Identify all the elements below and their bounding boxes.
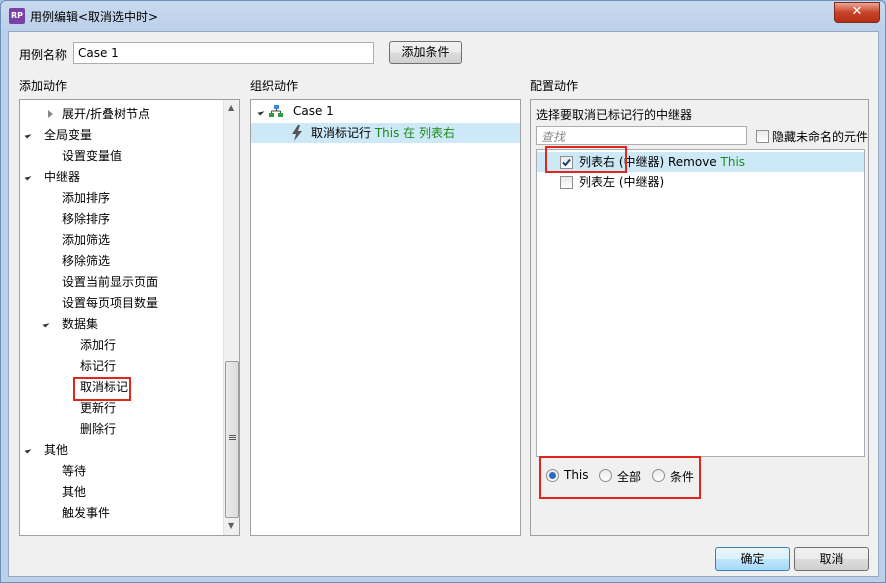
tree-item[interactable]: 等待 — [62, 461, 86, 481]
tree-item[interactable]: 数据集 — [62, 314, 98, 334]
cancel-button[interactable]: 取消 — [794, 547, 869, 571]
hide-unnamed-label: 隐藏未命名的元件 — [772, 130, 869, 144]
window-title: 用例编辑<取消选中时> — [30, 10, 159, 24]
close-icon[interactable]: ✕ — [834, 2, 880, 23]
case-label[interactable]: Case 1 — [293, 101, 334, 121]
repeater-left-name: 列表左 (中继器) — [579, 175, 665, 189]
tree-item[interactable]: 其他 — [62, 482, 86, 502]
tree-item[interactable]: 设置当前显示页面 — [62, 272, 158, 292]
tree-scrollbar[interactable]: ▲ ▼ — [223, 100, 239, 535]
collapse-icon[interactable] — [24, 131, 32, 139]
hide-unnamed-checkbox[interactable] — [756, 130, 769, 143]
scroll-up-icon[interactable]: ▲ — [228, 103, 234, 112]
repeater-select-label: 选择要取消已标记行的中继器 — [536, 108, 693, 122]
repeater-right-this: This — [720, 155, 746, 169]
tree-item[interactable]: 标记行 — [80, 356, 116, 376]
dialog-window: RP 用例编辑<取消选中时> ✕ 用例名称 Case 1 添加条件 添加动作 组… — [0, 0, 886, 583]
repeater-row-left[interactable]: 列表左 (中继器) — [537, 172, 864, 192]
organize-action-header: 组织动作 — [250, 79, 299, 93]
app-icon: RP — [9, 8, 25, 24]
case-name-label: 用例名称 — [19, 48, 68, 62]
tree-item[interactable]: 添加行 — [80, 335, 116, 355]
highlight-box-radios — [539, 456, 701, 499]
add-action-header: 添加动作 — [19, 79, 68, 93]
selected-action-row[interactable]: 取消标记行 This 在 列表右 — [251, 123, 520, 143]
collapse-icon[interactable] — [24, 173, 32, 181]
tree-item[interactable]: 删除行 — [80, 419, 116, 439]
tree-item[interactable]: 其他 — [44, 440, 68, 460]
tree-item[interactable]: 添加排序 — [62, 188, 110, 208]
case-tree-icon — [269, 105, 283, 117]
tree-item[interactable]: 更新行 — [80, 398, 116, 418]
tree-item[interactable]: 移除排序 — [62, 209, 110, 229]
collapse-icon[interactable] — [257, 108, 265, 116]
tree-item[interactable]: 设置每页项目数量 — [62, 293, 158, 313]
collapse-icon[interactable] — [24, 446, 32, 454]
highlight-box-repeater — [545, 146, 627, 173]
title-bar[interactable]: RP 用例编辑<取消选中时> ✕ — [1, 1, 885, 31]
scroll-down-icon[interactable]: ▼ — [228, 521, 234, 530]
case-name-input[interactable]: Case 1 — [73, 42, 374, 64]
repeater-left-checkbox[interactable] — [560, 176, 573, 189]
ok-button[interactable]: 确定 — [715, 547, 790, 571]
expand-icon[interactable] — [48, 110, 53, 118]
configure-action-header: 配置动作 — [530, 79, 579, 93]
tree-item[interactable]: 添加筛选 — [62, 230, 110, 250]
scrollbar-thumb[interactable] — [225, 361, 239, 518]
dialog-body: 用例名称 Case 1 添加条件 添加动作 组织动作 配置动作 展开/折叠树节点… — [8, 31, 879, 577]
repeater-list: 列表右 (中继器) Remove This 列表左 (中继器) — [536, 149, 865, 457]
tree-item[interactable]: 移除筛选 — [62, 251, 110, 271]
add-action-tree: 展开/折叠树节点 全局变量 设置变量值 中继器 添加排序 移除排序 添加筛选 移除筛选 设置当前… — [19, 99, 240, 536]
search-input[interactable]: 查找 — [536, 126, 747, 145]
action-prefix: 取消标记行 — [311, 126, 375, 140]
action-target: This 在 列表右 — [374, 126, 455, 140]
organize-action-tree: Case 1 取消标记行 This 在 列表右 — [250, 99, 521, 536]
tree-item[interactable]: 中继器 — [44, 167, 80, 187]
tree-item[interactable]: 触发事件 — [62, 503, 110, 523]
tree-item[interactable]: 设置变量值 — [62, 146, 122, 166]
add-condition-button[interactable]: 添加条件 — [389, 41, 462, 64]
tree-item[interactable]: 全局变量 — [44, 125, 92, 145]
highlight-box-unmark — [73, 377, 131, 401]
collapse-icon[interactable] — [42, 320, 50, 328]
tree-item[interactable]: 展开/折叠树节点 — [62, 104, 150, 124]
lightning-icon — [291, 125, 303, 141]
